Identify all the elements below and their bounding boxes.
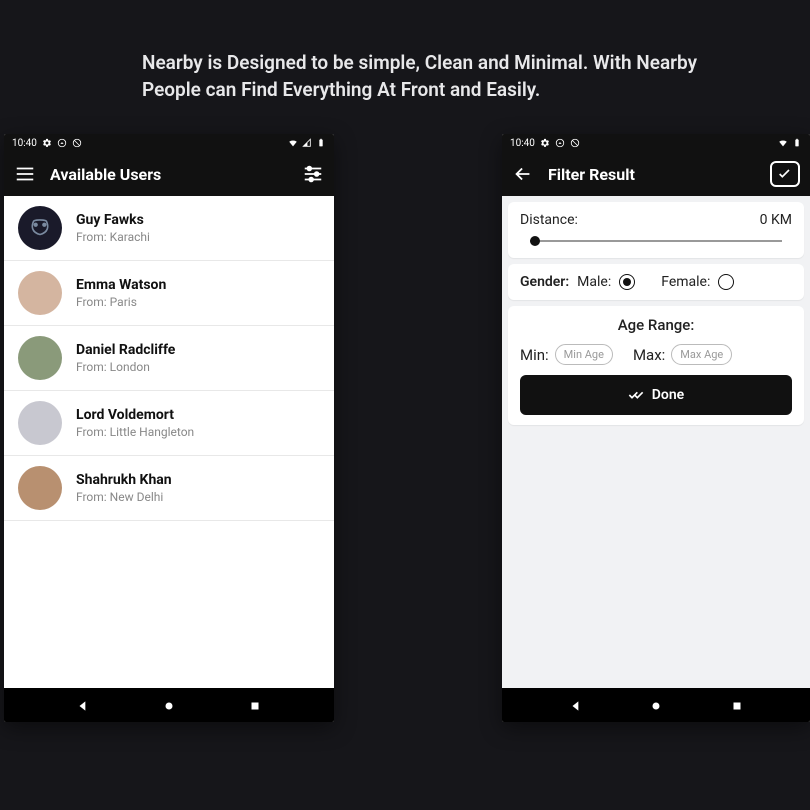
gear-icon	[540, 138, 550, 148]
nav-back-icon[interactable]	[76, 698, 90, 712]
filter-sliders-icon[interactable]	[302, 163, 324, 185]
distance-label: Distance:	[520, 212, 578, 228]
min-label: Min:	[520, 346, 549, 364]
nav-back-icon[interactable]	[569, 698, 583, 712]
avatar	[18, 466, 62, 510]
nav-recent-icon[interactable]	[248, 698, 262, 712]
app-bar: Filter Result	[502, 152, 810, 196]
circle-caret-icon	[555, 138, 565, 148]
double-check-icon	[628, 387, 644, 403]
distance-card: Distance: 0 KM	[508, 202, 804, 258]
confirm-button[interactable]	[770, 161, 800, 187]
age-card: Age Range: Min: Min Age Max: Max Age Don…	[508, 306, 804, 425]
distance-value: 0 KM	[760, 212, 792, 228]
avatar	[18, 206, 62, 250]
android-nav-bar	[4, 688, 334, 722]
no-sync-icon	[570, 138, 580, 148]
filter-body: Distance: 0 KM Gender: Male: Female: Age…	[502, 196, 810, 688]
user-name: Guy Fawks	[76, 212, 150, 228]
list-item[interactable]: Lord Voldemort From: Little Hangleton	[4, 391, 334, 456]
user-from: From: London	[76, 360, 175, 374]
user-name: Emma Watson	[76, 277, 166, 293]
avatar	[18, 271, 62, 315]
nav-home-icon[interactable]	[162, 698, 176, 712]
female-label: Female:	[661, 274, 710, 290]
android-nav-bar	[502, 688, 810, 722]
user-name: Daniel Radcliffe	[76, 342, 175, 358]
female-radio[interactable]	[718, 274, 734, 290]
app-bar: Available Users	[4, 152, 334, 196]
marketing-headline: Nearby is Designed to be simple, Clean a…	[142, 50, 720, 103]
list-item[interactable]: Shahrukh Khan From: New Delhi	[4, 456, 334, 521]
user-from: From: Paris	[76, 295, 166, 309]
status-time: 10:40	[510, 138, 535, 149]
list-item[interactable]: Emma Watson From: Paris	[4, 261, 334, 326]
done-button[interactable]: Done	[520, 375, 792, 415]
avatar	[18, 401, 62, 445]
user-from: From: Little Hangleton	[76, 425, 194, 439]
male-label: Male:	[577, 274, 611, 290]
nav-recent-icon[interactable]	[730, 698, 744, 712]
user-from: From: New Delhi	[76, 490, 172, 504]
user-list: Guy Fawks From: Karachi Emma Watson From…	[4, 196, 334, 688]
min-age-input[interactable]: Min Age	[555, 344, 613, 365]
menu-icon[interactable]	[14, 163, 36, 185]
circle-caret-icon	[57, 138, 67, 148]
phone-available-users: 10:40 Available Use	[4, 134, 334, 722]
gender-label: Gender:	[520, 274, 569, 290]
avatar	[18, 336, 62, 380]
signal-icon	[302, 138, 312, 148]
battery-icon	[316, 138, 326, 148]
app-bar-title: Available Users	[50, 165, 161, 184]
wifi-icon	[778, 138, 788, 148]
wifi-icon	[288, 138, 298, 148]
user-from: From: Karachi	[76, 230, 150, 244]
max-label: Max:	[633, 346, 665, 364]
max-age-input[interactable]: Max Age	[671, 344, 732, 365]
distance-slider[interactable]	[520, 234, 792, 248]
status-time: 10:40	[12, 138, 37, 149]
list-item[interactable]: Daniel Radcliffe From: London	[4, 326, 334, 391]
gear-icon	[42, 138, 52, 148]
user-name: Lord Voldemort	[76, 407, 194, 423]
done-label: Done	[652, 387, 684, 403]
app-bar-title: Filter Result	[548, 165, 635, 184]
phone-filter-result: 10:40 Filter Result	[502, 134, 810, 722]
age-range-title: Age Range:	[520, 316, 792, 334]
status-bar: 10:40	[502, 134, 810, 152]
battery-icon	[792, 138, 802, 148]
list-item[interactable]: Guy Fawks From: Karachi	[4, 196, 334, 261]
back-arrow-icon[interactable]	[512, 163, 534, 185]
user-name: Shahrukh Khan	[76, 472, 172, 488]
status-bar: 10:40	[4, 134, 334, 152]
no-sync-icon	[72, 138, 82, 148]
nav-home-icon[interactable]	[649, 698, 663, 712]
male-radio[interactable]	[619, 274, 635, 290]
gender-card: Gender: Male: Female:	[508, 264, 804, 300]
